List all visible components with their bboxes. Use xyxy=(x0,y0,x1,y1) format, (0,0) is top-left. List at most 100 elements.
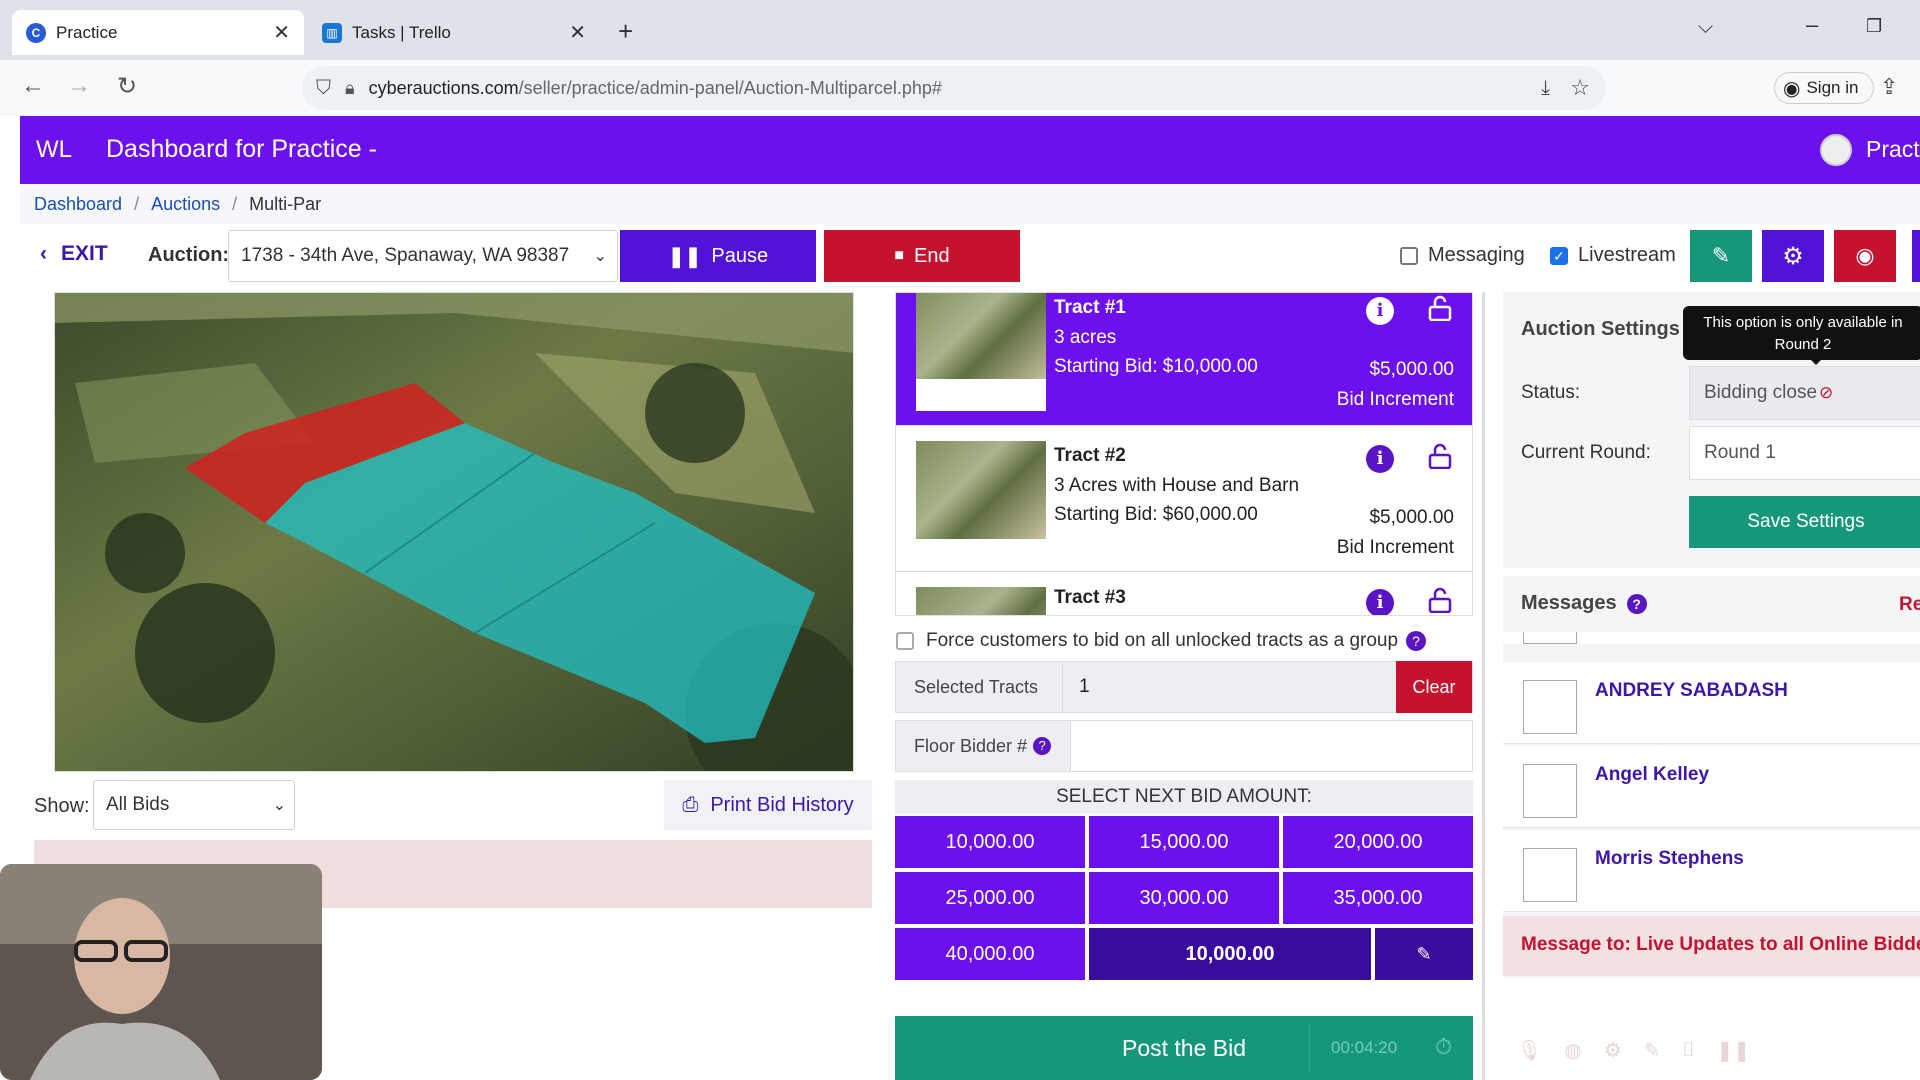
unlock-icon[interactable] xyxy=(1428,295,1452,321)
install-app-icon[interactable]: ⤓ xyxy=(1541,77,1550,100)
exit-button[interactable]: ‹ EXIT xyxy=(40,242,108,266)
pen-icon[interactable]: ✎ xyxy=(1644,1038,1661,1063)
user-avatar[interactable] xyxy=(1820,134,1852,166)
restore-icon[interactable]: ❐ xyxy=(1866,16,1882,37)
tract-increment-label: Bid Increment xyxy=(1336,537,1454,558)
bid-timer: 00:04:20 xyxy=(1331,1038,1398,1057)
post-bid-button[interactable]: Post the Bid 00:04:20 ⏱ xyxy=(895,1016,1473,1080)
address-bar[interactable]: ⛉ 🔒︎ cyberauctions.com/seller/practice/a… xyxy=(302,66,1606,110)
selected-tracts-label: Selected Tracts xyxy=(896,662,1062,712)
app-logo[interactable]: WL xyxy=(36,136,72,164)
round-select[interactable]: Round 1 xyxy=(1689,426,1920,480)
pause-recording-icon[interactable]: ❚❚ xyxy=(1717,1038,1751,1063)
toolbar-extra-button[interactable] xyxy=(1912,230,1920,282)
back-icon[interactable]: ← xyxy=(16,72,50,100)
message-sender: Angel Kelley xyxy=(1595,764,1710,785)
custom-bid-amount[interactable]: 10,000.00 xyxy=(1089,928,1371,980)
gear-icon[interactable]: ⚙ xyxy=(1762,230,1824,282)
extensions-icon[interactable]: ⇪ xyxy=(1880,74,1898,100)
minimize-icon[interactable]: – xyxy=(1806,12,1818,38)
message-sender: ANDREY SABADASH xyxy=(1595,680,1788,701)
chevron-left-icon: ‹ xyxy=(40,242,47,265)
message-item[interactable]: Morris Stephens xyxy=(1503,830,1920,912)
help-icon[interactable]: ? xyxy=(1626,593,1647,614)
save-settings-button[interactable]: Save Settings xyxy=(1689,496,1920,548)
messaging-label: Messaging xyxy=(1428,244,1525,266)
info-icon[interactable]: i xyxy=(1366,445,1394,473)
sign-in-label: Sign in xyxy=(1806,78,1859,97)
info-icon[interactable]: i xyxy=(1366,297,1394,325)
bid-amount-button[interactable]: 10,000.00 xyxy=(895,816,1085,868)
tract-item-3[interactable]: Tract #3 i xyxy=(896,573,1472,615)
message-item[interactable]: Angel Kelley xyxy=(1503,746,1920,828)
exit-label: EXIT xyxy=(61,242,108,265)
auction-select-value: 1738 - 34th Ave, Spanaway, WA 98387 xyxy=(241,245,570,266)
bid-amount-button[interactable]: 25,000.00 xyxy=(895,872,1085,924)
messages-title: Messages xyxy=(1521,592,1617,614)
user-name[interactable]: Practi xyxy=(1866,136,1920,163)
help-icon[interactable]: ? xyxy=(1033,737,1052,755)
scrollbar[interactable] xyxy=(1482,292,1485,1080)
messages-action[interactable]: Re xyxy=(1899,594,1920,616)
info-icon[interactable]: i xyxy=(1366,589,1394,615)
new-tab-icon[interactable]: + xyxy=(618,16,633,47)
tab-list-chevron-icon[interactable]: ⌵ xyxy=(1698,16,1713,39)
pencil-icon[interactable]: ✎ xyxy=(1375,928,1473,980)
unlock-icon[interactable] xyxy=(1428,587,1452,613)
show-bids-select[interactable]: All Bids ⌄ xyxy=(93,780,295,830)
timer-icon: ⏱ xyxy=(1435,1034,1453,1059)
selected-tracts-input[interactable]: 1 xyxy=(1062,662,1396,712)
tract-item-1[interactable]: Tract #1 3 acres Starting Bid: $10,000.0… xyxy=(896,293,1472,426)
lock-icon: 🔒︎ xyxy=(345,77,355,98)
tab-trello[interactable]: ▥ Tasks | Trello ✕ xyxy=(308,10,600,55)
capture-icon[interactable]: ⌷ xyxy=(1683,1039,1695,1062)
browser-tab-bar: C Practice ✕ ▥ Tasks | Trello ✕ + ⌵ – ❐ xyxy=(0,0,1920,60)
forward-icon[interactable]: → xyxy=(62,72,96,100)
livestream-toggle[interactable]: ✓ Livestream xyxy=(1550,244,1676,267)
bid-amount-button[interactable]: 15,000.00 xyxy=(1089,816,1279,868)
settings-icon[interactable]: ⚙ xyxy=(1604,1038,1622,1063)
print-bid-history-button[interactable]: ⎙ Print Bid History xyxy=(664,780,872,830)
shield-icon: ⛉ xyxy=(316,76,331,99)
message-item[interactable]: ANDREY SABADASH xyxy=(1503,662,1920,744)
reload-icon[interactable]: ↻ xyxy=(110,72,144,101)
breadcrumb-auctions[interactable]: Auctions xyxy=(151,194,220,215)
tab-practice[interactable]: C Practice ✕ xyxy=(12,10,304,55)
pause-icon: ❚❚ xyxy=(667,245,702,268)
star-icon[interactable]: ☆ xyxy=(1570,75,1590,101)
force-group-option[interactable]: Force customers to bid on all unlocked t… xyxy=(896,630,1427,652)
messaging-checkbox[interactable] xyxy=(1400,246,1418,265)
auction-select[interactable]: 1738 - 34th Ave, Spanaway, WA 98387 ⌄ xyxy=(228,230,618,282)
bid-amount-button[interactable]: 35,000.00 xyxy=(1283,872,1473,924)
end-button[interactable]: ■ End xyxy=(824,230,1020,282)
pause-button[interactable]: ❚❚ Pause xyxy=(620,230,816,282)
close-tab-icon[interactable]: ✕ xyxy=(569,20,586,45)
close-tab-icon[interactable]: ✕ xyxy=(273,20,290,45)
force-group-label: Force customers to bid on all unlocked t… xyxy=(926,630,1399,651)
brush-icon[interactable]: ✎ xyxy=(1690,230,1752,282)
tract-item-2[interactable]: Tract #2 3 Acres with House and Barn Sta… xyxy=(896,427,1472,572)
help-icon[interactable]: ? xyxy=(1406,631,1427,651)
property-aerial-image xyxy=(54,292,854,772)
mic-icon[interactable]: 🎙︎ xyxy=(1517,1038,1542,1063)
bid-amount-button[interactable]: 40,000.00 xyxy=(895,928,1085,980)
clear-button[interactable]: Clear xyxy=(1396,661,1472,713)
status-select[interactable]: Bidding close ⊘ xyxy=(1689,366,1920,420)
bid-amount-button[interactable]: 30,000.00 xyxy=(1089,872,1279,924)
eye-icon[interactable]: ◉ xyxy=(1834,230,1896,282)
app-header: WL Dashboard for Practice - Practi xyxy=(20,116,1920,184)
breadcrumb-dashboard[interactable]: Dashboard xyxy=(34,194,122,215)
unlock-icon[interactable] xyxy=(1428,443,1452,469)
audio-icon[interactable]: ◍ xyxy=(1564,1038,1581,1063)
messaging-toggle[interactable]: Messaging xyxy=(1400,244,1525,267)
page-title: Dashboard for Practice - xyxy=(106,135,377,163)
bid-amount-button[interactable]: 20,000.00 xyxy=(1283,816,1473,868)
livestream-checkbox[interactable]: ✓ xyxy=(1550,246,1568,265)
force-group-checkbox[interactable] xyxy=(896,632,914,650)
tract-thumbnail xyxy=(916,587,1046,615)
message-compose[interactable]: 🎙︎ ◍ ⚙ ✎ ⌷ ❚❚ xyxy=(1503,978,1920,1080)
sign-in-button[interactable]: ◉ Sign in xyxy=(1774,72,1874,104)
tooltip-arrow xyxy=(1809,358,1823,365)
print-label: Print Bid History xyxy=(710,793,854,816)
floor-bidder-input[interactable] xyxy=(1070,721,1472,771)
